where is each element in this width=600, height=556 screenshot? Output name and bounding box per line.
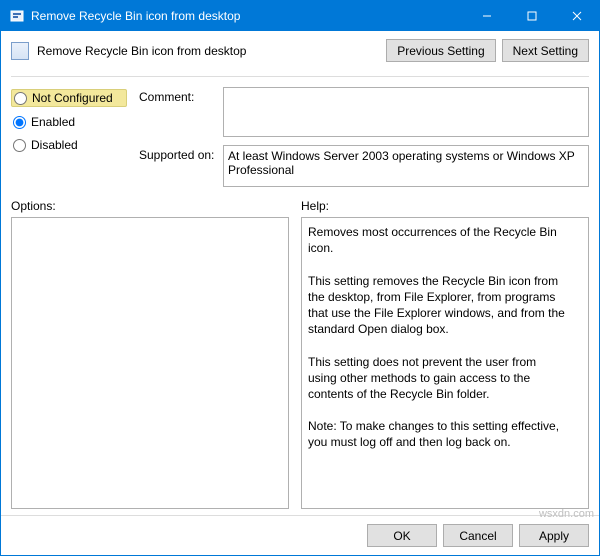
policy-icon <box>9 8 25 24</box>
comment-row: Comment: <box>139 87 589 137</box>
cancel-button[interactable]: Cancel <box>443 524 513 547</box>
help-panel: Help: Removes most occurrences of the Re… <box>301 199 589 509</box>
lower-panels: Options: Help: Removes most occurrences … <box>11 199 589 509</box>
radio-disabled[interactable]: Disabled <box>11 137 127 153</box>
policy-icon <box>11 42 29 60</box>
radio-enabled-input[interactable] <box>13 116 26 129</box>
fields-column: Comment: Supported on: <box>139 87 589 187</box>
config-area: Not Configured Enabled Disabled Comment: <box>11 87 589 187</box>
supported-label: Supported on: <box>139 145 219 162</box>
previous-setting-button[interactable]: Previous Setting <box>386 39 495 62</box>
separator <box>11 76 589 77</box>
comment-input[interactable] <box>223 87 589 137</box>
dialog-footer: OK Cancel Apply <box>1 515 599 555</box>
apply-button[interactable]: Apply <box>519 524 589 547</box>
gpedit-dialog-window: Remove Recycle Bin icon from desktop Rem… <box>0 0 600 556</box>
radio-not-configured[interactable]: Not Configured <box>11 89 127 107</box>
radio-enabled[interactable]: Enabled <box>11 114 127 130</box>
dialog-body: Remove Recycle Bin icon from desktop Pre… <box>1 31 599 515</box>
options-panel: Options: <box>11 199 289 509</box>
header-row: Remove Recycle Bin icon from desktop Pre… <box>11 39 589 62</box>
help-label: Help: <box>301 199 589 213</box>
minimize-button[interactable] <box>464 1 509 31</box>
options-label: Options: <box>11 199 289 213</box>
supported-row: Supported on: <box>139 145 589 187</box>
comment-label: Comment: <box>139 87 219 104</box>
maximize-button[interactable] <box>509 1 554 31</box>
titlebar: Remove Recycle Bin icon from desktop <box>1 1 599 31</box>
close-button[interactable] <box>554 1 599 31</box>
radio-enabled-label: Enabled <box>31 115 75 129</box>
radio-disabled-label: Disabled <box>31 138 78 152</box>
ok-button[interactable]: OK <box>367 524 437 547</box>
policy-title: Remove Recycle Bin icon from desktop <box>37 44 378 58</box>
titlebar-buttons <box>464 1 599 31</box>
next-setting-button[interactable]: Next Setting <box>502 39 589 62</box>
radio-not-configured-label: Not Configured <box>32 91 113 105</box>
window-title: Remove Recycle Bin icon from desktop <box>31 9 464 23</box>
supported-on-box <box>223 145 589 187</box>
nav-buttons: Previous Setting Next Setting <box>386 39 589 62</box>
options-box[interactable] <box>11 217 289 509</box>
state-radio-group: Not Configured Enabled Disabled <box>11 87 127 187</box>
help-box[interactable]: Removes most occurrences of the Recycle … <box>301 217 589 509</box>
radio-not-configured-input[interactable] <box>14 92 27 105</box>
radio-disabled-input[interactable] <box>13 139 26 152</box>
